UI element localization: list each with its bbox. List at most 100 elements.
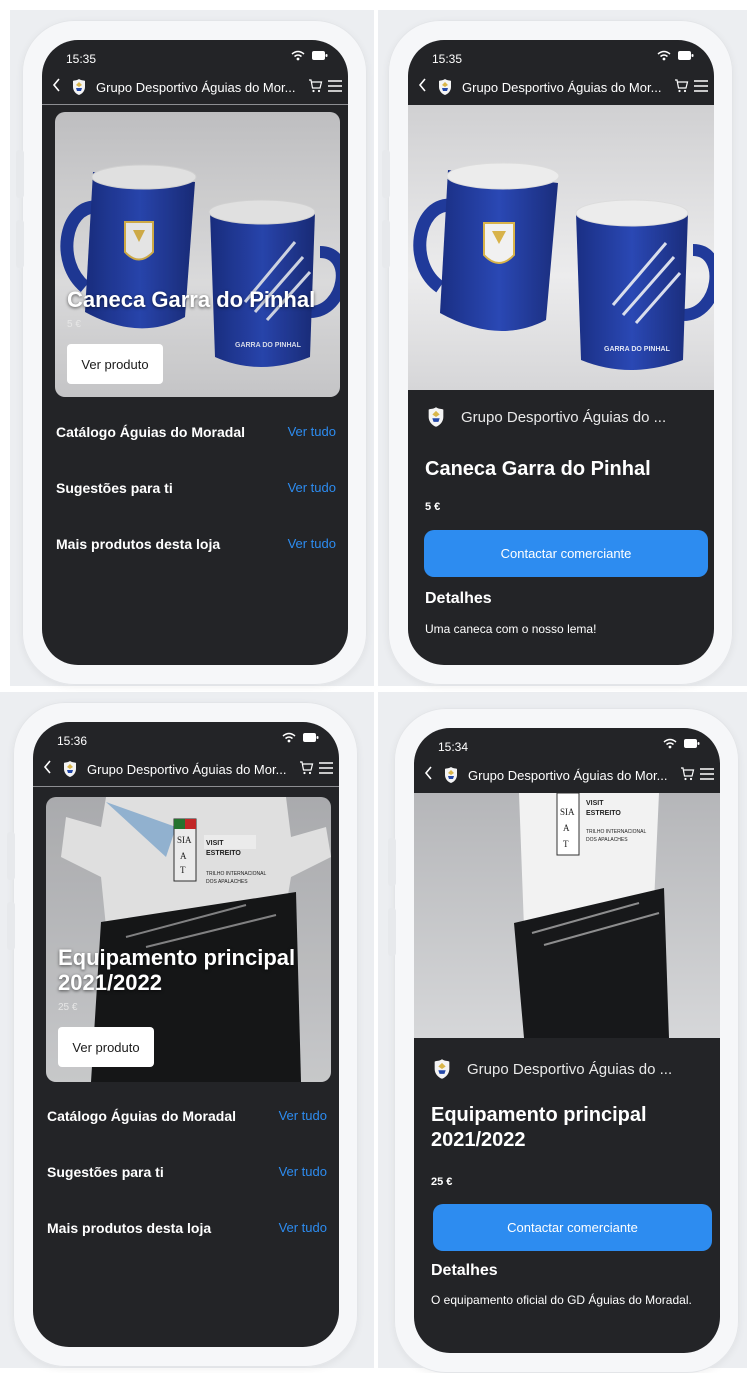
back-button[interactable]	[46, 77, 66, 97]
see-all-link[interactable]: Ver tudo	[279, 1164, 327, 1180]
featured-product-card[interactable]: SIA A T VISIT ESTREITO TRILHO INTERNACIO…	[46, 797, 331, 1082]
section-label: Sugestões para ti	[56, 480, 173, 496]
section-label: Catálogo Águias do Moradal	[56, 424, 246, 440]
back-button[interactable]	[412, 77, 432, 97]
store-link[interactable]: Grupo Desportivo Águias do ...	[431, 1058, 672, 1080]
shirt-sponsor-text: SIA	[560, 807, 575, 817]
product-image-mugs: GARRA DO PINHAL	[408, 105, 714, 390]
side-button	[16, 150, 24, 198]
see-all-link[interactable]: Ver tudo	[288, 424, 336, 440]
side-button	[382, 150, 390, 198]
nav-bar: Grupo Desportivo Águias do Mor...	[42, 70, 348, 104]
menu-button[interactable]	[328, 79, 342, 95]
side-button	[388, 908, 396, 956]
menu-button[interactable]	[319, 761, 333, 777]
wifi-icon	[291, 50, 305, 61]
nav-title: Grupo Desportivo Águias do Mor...	[468, 767, 668, 783]
featured-product-card[interactable]: GARRA DO PINHAL Caneca Garra do Pinhal 5…	[55, 112, 340, 397]
battery-icon	[684, 739, 700, 748]
contact-merchant-button[interactable]: Contactar comerciante	[424, 530, 708, 577]
club-crest-logo	[445, 767, 457, 783]
club-crest-logo	[64, 761, 76, 777]
section-label: Catálogo Águias do Moradal	[47, 1108, 237, 1124]
view-product-button[interactable]: Ver produto	[67, 344, 163, 384]
wifi-icon	[657, 50, 671, 61]
product-title: Caneca Garra do Pinhal	[67, 287, 316, 312]
cart-icon	[681, 766, 695, 780]
side-button	[16, 220, 24, 268]
product-hero-image: SIA A T VISIT ESTREITO TRILHO INTERNACIO…	[414, 792, 720, 1078]
svg-text:DOS APALACHES: DOS APALACHES	[586, 837, 628, 843]
menu-button[interactable]	[700, 767, 714, 783]
see-all-link[interactable]: Ver tudo	[279, 1108, 327, 1124]
phone-frame-catalog-kit: 15:36 Grupo Desportivo Águias do Mor...	[7, 702, 358, 1367]
see-all-link[interactable]: Ver tudo	[288, 536, 336, 552]
nav-bar: Grupo Desportivo Águias do Mor...	[414, 758, 720, 792]
product-price: 5 €	[425, 501, 441, 513]
product-title: Equipamento principal 2021/2022	[431, 1104, 647, 1151]
see-all-link[interactable]: Ver tudo	[279, 1220, 327, 1236]
status-time: 15:36	[57, 734, 88, 748]
cart-icon	[300, 760, 314, 774]
nav-divider	[42, 104, 348, 105]
section-label: Sugestões para ti	[47, 1164, 164, 1180]
cart-button[interactable]	[680, 766, 695, 784]
back-button[interactable]	[418, 765, 438, 785]
menu-button[interactable]	[694, 79, 708, 95]
svg-text:TRILHO INTERNACIONAL: TRILHO INTERNACIONAL	[586, 829, 647, 835]
product-title: Equipamento principal 2021/2022	[58, 945, 296, 995]
club-crest-logo	[73, 79, 85, 95]
product-price: 25 €	[431, 1176, 453, 1188]
cart-button[interactable]	[299, 760, 314, 778]
see-all-link[interactable]: Ver tudo	[288, 480, 336, 496]
section-row-suggestions: Sugestões para ti Ver tudo	[47, 1164, 327, 1180]
store-name: Grupo Desportivo Águias do ...	[467, 1060, 673, 1078]
status-bar: 15:34	[414, 728, 720, 758]
details-heading: Detalhes	[425, 590, 492, 607]
section-label: Mais produtos desta loja	[56, 536, 221, 552]
phone-frame-detail-mug: 15:35 Grupo Desportivo Águias do Mor...	[382, 20, 733, 685]
product-image-kit: SIA A T VISIT ESTREITO TRILHO INTERNACIO…	[414, 792, 720, 1038]
details-text: O equipamento oficial do GD Águias do Mo…	[431, 1293, 692, 1307]
section-row-catalog: Catálogo Águias do Moradal Ver tudo	[47, 1108, 327, 1124]
product-price: 25 €	[58, 1002, 78, 1013]
hamburger-menu-icon	[319, 761, 333, 774]
phone-frame-catalog-mug: 15:35 Grupo Desportivo Águias do Mor...	[16, 20, 367, 685]
chevron-left-icon	[418, 77, 426, 92]
mug-print-text: GARRA DO PINHAL	[604, 346, 671, 353]
back-button[interactable]	[37, 759, 57, 779]
club-crest-logo	[428, 407, 444, 427]
cart-icon	[309, 78, 323, 92]
product-hero-image: GARRA DO PINHAL	[408, 105, 714, 390]
chevron-left-icon	[52, 77, 60, 92]
hamburger-menu-icon	[328, 79, 342, 92]
cart-button[interactable]	[308, 78, 323, 96]
svg-text:A: A	[563, 823, 570, 833]
details-heading: Detalhes	[431, 1262, 498, 1279]
section-label: Mais produtos desta loja	[47, 1220, 212, 1236]
club-crest-logo	[434, 1059, 450, 1079]
nav-bar: Grupo Desportivo Águias do Mor...	[33, 752, 339, 786]
contact-merchant-button[interactable]: Contactar comerciante	[433, 1204, 712, 1251]
store-link[interactable]: Grupo Desportivo Águias do ...	[425, 406, 666, 428]
details-text: Uma caneca com o nosso lema!	[425, 622, 597, 636]
section-row-catalog: Catálogo Águias do Moradal Ver tudo	[56, 424, 336, 440]
cart-button[interactable]	[674, 78, 689, 96]
svg-text:VISIT: VISIT	[586, 800, 604, 807]
product-title: Caneca Garra do Pinhal	[425, 458, 651, 480]
status-bar: 15:35	[42, 40, 348, 70]
side-button	[7, 902, 15, 950]
status-time: 15:35	[66, 52, 97, 66]
screen: 15:35 Grupo Desportivo Águias do Mor...	[42, 40, 348, 665]
view-product-button[interactable]: Ver produto	[58, 1027, 154, 1067]
side-button	[7, 832, 15, 880]
screen: 15:36 Grupo Desportivo Águias do Mor...	[33, 722, 339, 1347]
nav-bar: Grupo Desportivo Águias do Mor...	[408, 70, 714, 104]
status-time: 15:35	[432, 52, 463, 66]
nav-title: Grupo Desportivo Águias do Mor...	[96, 79, 296, 95]
status-bar: 15:35	[408, 40, 714, 70]
section-row-more-products: Mais produtos desta loja Ver tudo	[56, 536, 336, 552]
wifi-icon	[663, 738, 677, 749]
nav-title: Grupo Desportivo Águias do Mor...	[87, 761, 287, 777]
nav-title: Grupo Desportivo Águias do Mor...	[462, 79, 662, 95]
